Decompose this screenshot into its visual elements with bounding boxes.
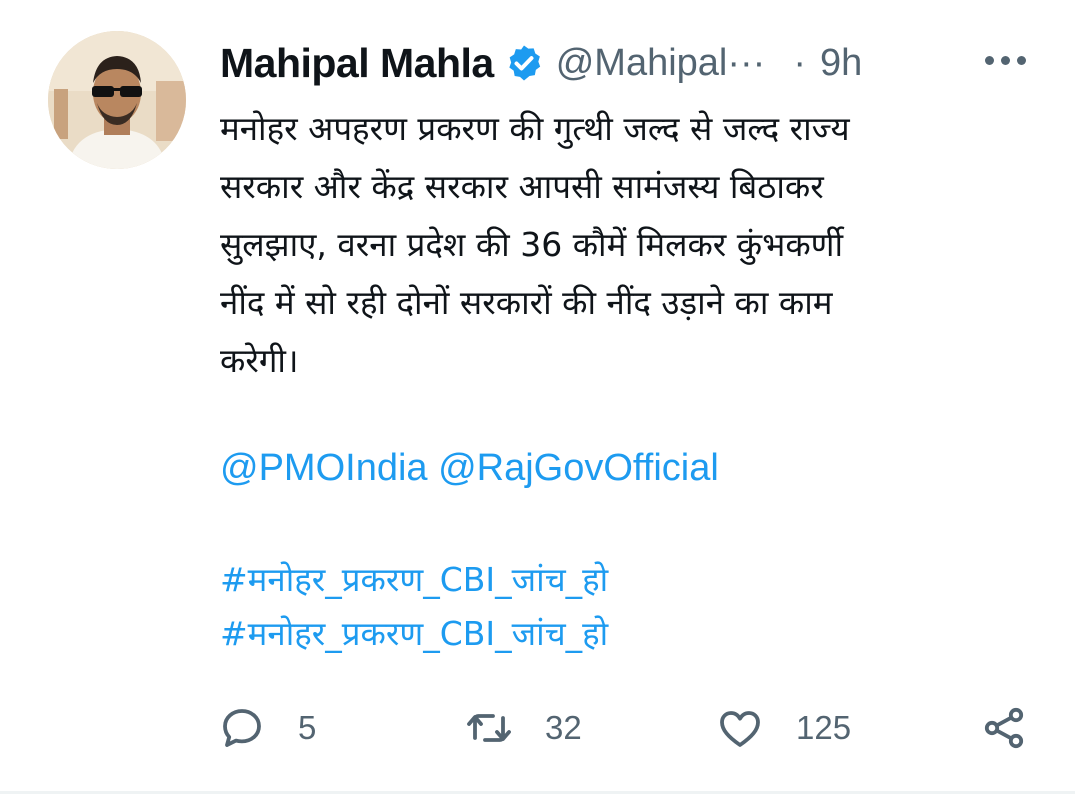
tweet-actions: 5 32 125 [0, 700, 1075, 760]
share-button[interactable] [980, 700, 1028, 756]
hashtag-link[interactable]: #मनोहर_प्रकरण_CBI_जांच_हो [220, 607, 1040, 661]
more-dot [985, 55, 994, 65]
tweet-text-line: सरकार और केंद्र सरकार आपसी सामंजस्य बिठा… [220, 167, 824, 206]
author-name[interactable]: Mahipal Mahla [220, 40, 494, 87]
like-count: 125 [796, 709, 852, 746]
tweet-text: मनोहर अपहरण प्रकरण की गुत्थी जल्द से जल्… [220, 100, 1040, 390]
retweet-icon [467, 714, 511, 742]
more-icon[interactable] [985, 50, 1029, 70]
reply-button[interactable]: 5 [218, 700, 316, 756]
separator-dot: · [793, 41, 806, 84]
hashtag-link[interactable]: #मनोहर_प्रकरण_CBI_जांच_हो [220, 553, 1040, 607]
tweet-text-line: सुलझाए, वरना प्रदेश की 36 कौमें मिलकर कु… [220, 225, 844, 264]
retweet-count: 32 [545, 709, 582, 746]
retweet-button[interactable]: 32 [465, 700, 582, 756]
more-dot [1017, 55, 1026, 65]
tweet-time[interactable]: 9h [820, 42, 862, 85]
tweet-text-line: नींद में सो रही दोनों सरकारों की नींद उड… [220, 283, 833, 322]
heart-icon [720, 711, 760, 747]
tweet-header: Mahipal Mahla @Mahipal··· · 9h [220, 38, 1040, 88]
tweet-text-line: करेगी। [220, 341, 299, 380]
verified-badge-icon [509, 45, 540, 81]
tweet-mentions[interactable]: @PMOIndia @RajGovOfficial [220, 440, 719, 496]
avatar-photo [48, 31, 186, 169]
author-handle[interactable]: @Mahipal··· [556, 42, 766, 85]
tweet-text-line: मनोहर अपहरण प्रकरण की गुत्थी जल्द से जल्… [220, 109, 850, 148]
avatar[interactable] [48, 31, 186, 169]
like-button[interactable]: 125 [716, 700, 851, 756]
reply-icon [223, 709, 261, 747]
share-icon [984, 707, 1024, 749]
tweet-hashtags: #मनोहर_प्रकरण_CBI_जांच_हो #मनोहर_प्रकरण_… [220, 553, 1040, 661]
reply-count: 5 [298, 709, 317, 746]
more-dot [1001, 55, 1010, 65]
